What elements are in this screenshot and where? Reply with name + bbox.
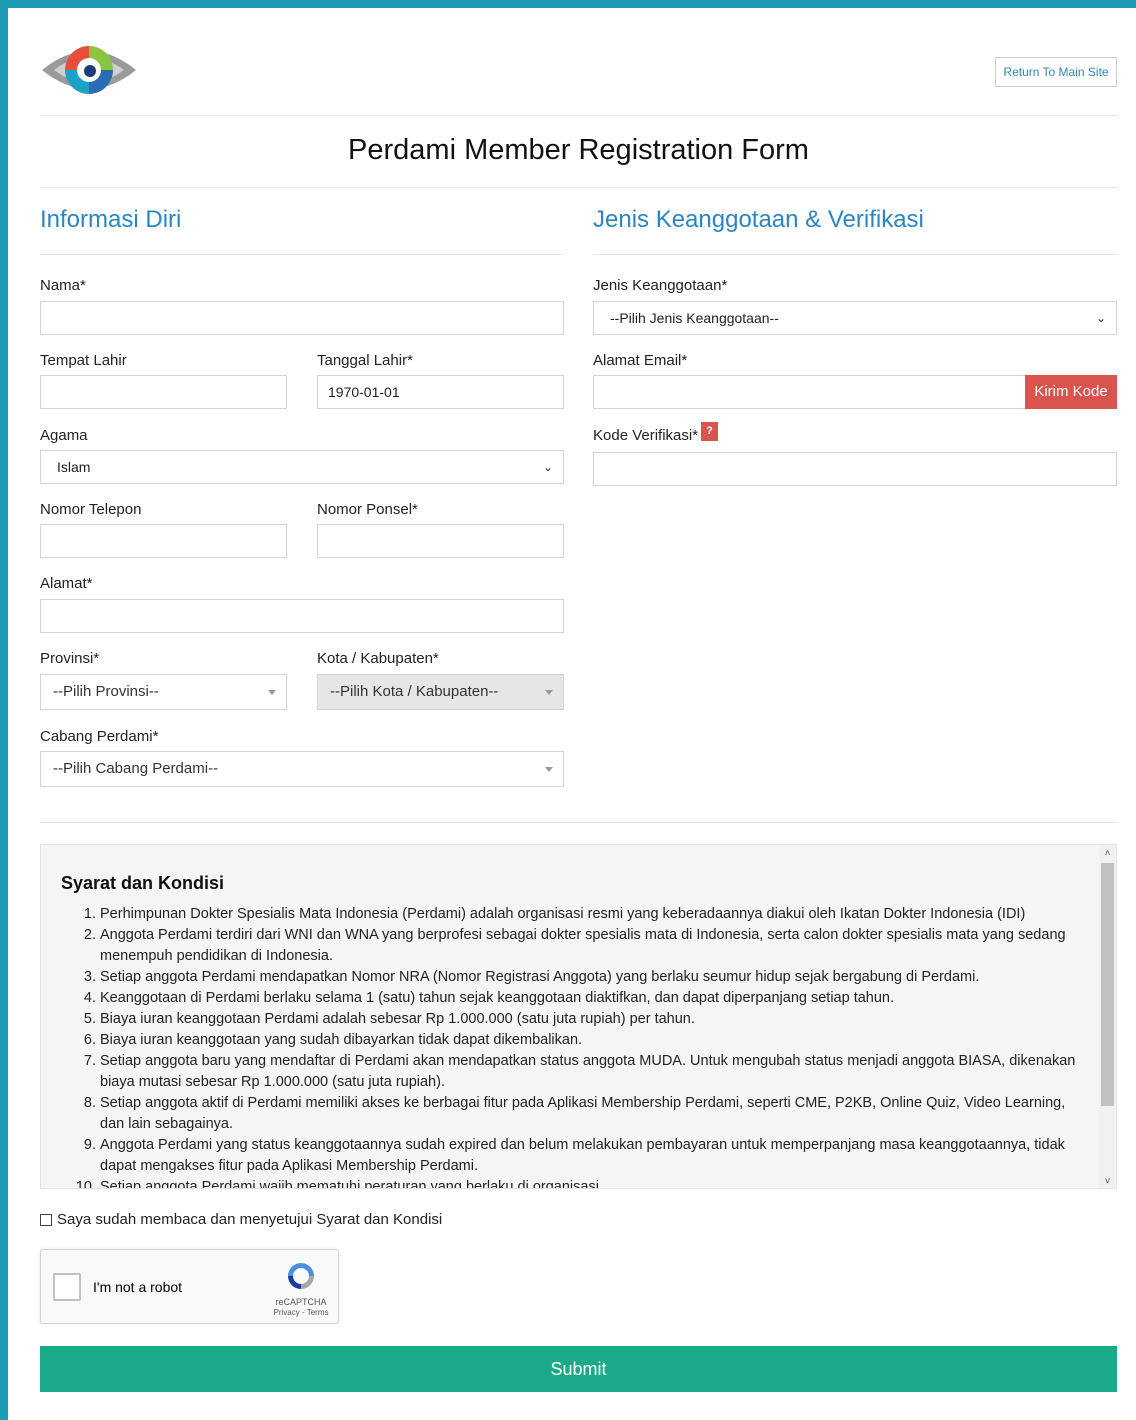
frame-left-border	[0, 0, 8, 1420]
recaptcha-checkbox[interactable]	[53, 1273, 81, 1301]
agama-label: Agama	[40, 427, 88, 444]
section-title-jenis-keanggotaan: Jenis Keanggotaan & Verifikasi	[593, 206, 924, 233]
terms-item: Setiap anggota Perdami mendapatkan Nomor…	[100, 967, 1091, 988]
recaptcha-widget: I'm not a robot reCAPTCHA Privacy - Term…	[40, 1249, 339, 1324]
recaptcha-privacy-terms-link[interactable]: Privacy - Terms	[256, 1308, 346, 1317]
cabang-perdami-select[interactable]: --Pilih Cabang Perdami--	[40, 751, 564, 787]
agama-select[interactable]: Islam ⌄	[40, 450, 564, 484]
alamat-input[interactable]	[40, 599, 564, 633]
email-input[interactable]	[593, 375, 1026, 409]
jenis-keanggotaan-select[interactable]: --Pilih Jenis Keanggotaan-- ⌄	[593, 301, 1117, 335]
tempat-lahir-input[interactable]	[40, 375, 287, 409]
recaptcha-logo-icon	[288, 1263, 314, 1289]
kota-selected-value: --Pilih Kota / Kabupaten--	[330, 683, 499, 700]
nama-input[interactable]	[40, 301, 564, 335]
tempat-lahir-label: Tempat Lahir	[40, 352, 127, 369]
kode-verifikasi-input[interactable]	[593, 452, 1117, 486]
terms-item: Setiap anggota Perdami wajib mematuhi pe…	[100, 1177, 1091, 1188]
alamat-label: Alamat*	[40, 575, 93, 592]
scrollbar-thumb[interactable]	[1101, 863, 1114, 1106]
scroll-down-arrow-icon[interactable]: ˅	[1099, 1173, 1116, 1188]
recaptcha-label: I'm not a robot	[93, 1279, 183, 1295]
divider	[40, 187, 1117, 188]
help-icon[interactable]: ?	[701, 422, 718, 441]
nomor-telepon-label: Nomor Telepon	[40, 501, 142, 518]
terms-list: Perhimpunan Dokter Spesialis Mata Indone…	[61, 904, 1091, 1188]
submit-button[interactable]: Submit	[40, 1346, 1117, 1392]
agree-terms-row[interactable]: Saya sudah membaca dan menyetujui Syarat…	[40, 1211, 442, 1228]
terms-scroll-box[interactable]: Syarat dan Kondisi Perhimpunan Dokter Sp…	[40, 844, 1117, 1189]
jenis-keanggotaan-label: Jenis Keanggotaan*	[593, 277, 728, 294]
provinsi-selected-value: --Pilih Provinsi--	[53, 683, 159, 700]
chevron-down-icon: ⌄	[542, 460, 553, 474]
nomor-ponsel-label: Nomor Ponsel*	[317, 501, 418, 518]
terms-item: Anggota Perdami yang status keanggotaann…	[100, 1135, 1091, 1177]
nomor-telepon-input[interactable]	[40, 524, 287, 558]
terms-item: Setiap anggota aktif di Perdami memiliki…	[100, 1093, 1091, 1135]
terms-title: Syarat dan Kondisi	[61, 873, 225, 893]
divider	[40, 254, 564, 255]
terms-content: Syarat dan Kondisi Perhimpunan Dokter Sp…	[61, 845, 1091, 1188]
kirim-kode-button[interactable]: Kirim Kode	[1025, 375, 1117, 409]
agree-terms-label: Saya sudah membaca dan menyetujui Syarat…	[57, 1211, 443, 1228]
scroll-up-arrow-icon[interactable]: ˄	[1099, 845, 1116, 862]
kota-select[interactable]: --Pilih Kota / Kabupaten--	[317, 674, 564, 710]
section-title-informasi-diri: Informasi Diri	[40, 206, 182, 233]
agree-terms-checkbox[interactable]	[40, 1213, 52, 1226]
provinsi-select[interactable]: --Pilih Provinsi--	[40, 674, 287, 710]
terms-item: Anggota Perdami terdiri dari WNI dan WNA…	[100, 925, 1091, 967]
perdami-logo	[42, 46, 136, 94]
dropdown-arrow-icon	[545, 767, 553, 772]
divider	[40, 822, 1117, 823]
terms-scrollbar[interactable]: ˄ ˅	[1099, 845, 1116, 1188]
terms-item: Biaya iuran keanggotaan Perdami adalah s…	[100, 1009, 1091, 1030]
dropdown-arrow-icon	[545, 690, 553, 695]
tanggal-lahir-label: Tanggal Lahir*	[317, 352, 413, 369]
cabang-selected-value: --Pilih Cabang Perdami--	[53, 760, 219, 777]
divider	[40, 115, 1117, 116]
return-to-main-site-button[interactable]: Return To Main Site	[995, 57, 1117, 87]
agama-selected-value: Islam	[57, 459, 91, 475]
divider	[593, 254, 1117, 255]
kota-label: Kota / Kabupaten*	[317, 650, 439, 667]
terms-item: Perhimpunan Dokter Spesialis Mata Indone…	[100, 904, 1091, 925]
dropdown-arrow-icon	[268, 690, 276, 695]
terms-item: Keanggotaan di Perdami berlaku selama 1 …	[100, 988, 1091, 1009]
cabang-perdami-label: Cabang Perdami*	[40, 728, 159, 745]
chevron-down-icon: ⌄	[1095, 311, 1106, 325]
terms-item: Setiap anggota baru yang mendaftar di Pe…	[100, 1051, 1091, 1093]
recaptcha-brand: reCAPTCHA	[275, 1297, 327, 1307]
nomor-ponsel-input[interactable]	[317, 524, 564, 558]
provinsi-label: Provinsi*	[40, 650, 100, 667]
alamat-email-label: Alamat Email*	[593, 352, 688, 369]
nama-label: Nama*	[40, 277, 86, 294]
tanggal-lahir-input[interactable]: 1970-01-01	[317, 375, 564, 409]
frame-top-border	[0, 0, 1136, 8]
jenis-selected-value: --Pilih Jenis Keanggotaan--	[610, 310, 779, 326]
page-title: Perdami Member Registration Form	[348, 134, 809, 166]
terms-item: Biaya iuran keanggotaan yang sudah dibay…	[100, 1030, 1091, 1051]
kode-verifikasi-label: Kode Verifikasi*	[593, 427, 699, 444]
